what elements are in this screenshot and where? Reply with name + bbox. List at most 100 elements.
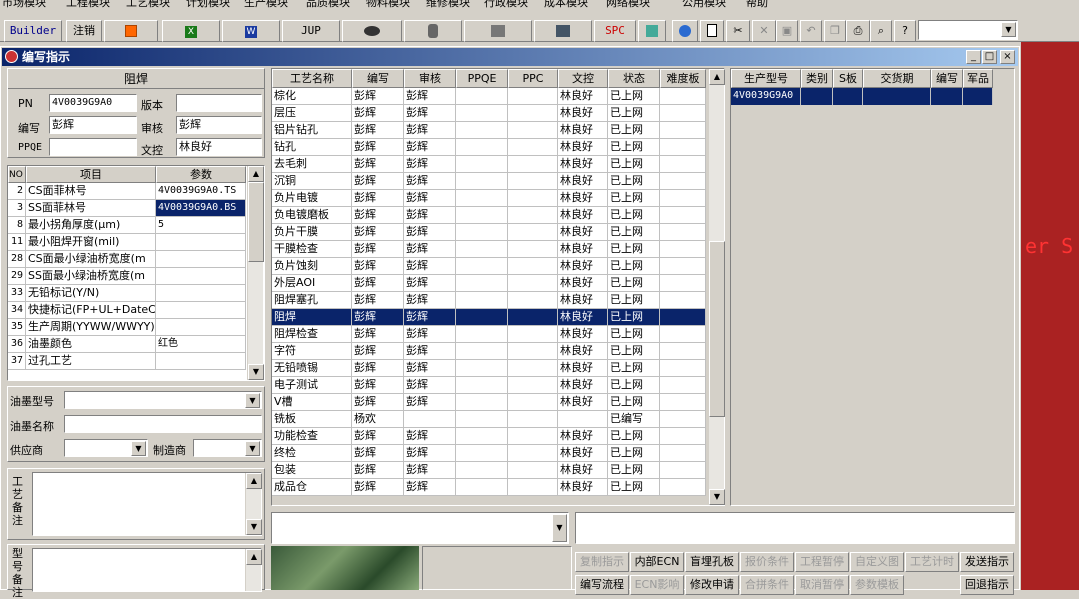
scroll-thumb[interactable]: [709, 241, 725, 417]
params-cell[interactable]: 8: [8, 217, 26, 234]
ppqe-field[interactable]: [49, 138, 137, 156]
action-button[interactable]: 参数模板: [850, 575, 904, 595]
params-cell[interactable]: 33: [8, 285, 26, 302]
params-cell[interactable]: 34: [8, 302, 26, 319]
chevron-down-icon[interactable]: ▼: [245, 393, 260, 408]
supplier-select[interactable]: ▼: [64, 439, 148, 457]
action-button[interactable]: 工程暂停: [795, 552, 849, 572]
remark-field[interactable]: [575, 512, 1015, 544]
print-icon[interactable]: ⎙: [846, 20, 870, 42]
params-cell[interactable]: 11: [8, 234, 26, 251]
params-cell[interactable]: CS面菲林号: [26, 183, 156, 200]
menu-item[interactable]: 公用模块: [682, 0, 726, 10]
computer-icon[interactable]: [534, 20, 592, 42]
params-cell[interactable]: [156, 319, 246, 336]
maker-select[interactable]: ▼: [193, 439, 262, 457]
menu-item[interactable]: 生产模块: [244, 0, 288, 10]
eye-icon[interactable]: [342, 20, 402, 42]
action-button[interactable]: ECN影响: [630, 575, 684, 595]
model-cell[interactable]: [833, 88, 863, 105]
process-header[interactable]: 编写: [352, 69, 404, 88]
spc-button[interactable]: SPC: [594, 20, 636, 42]
action-button[interactable]: 报价条件: [740, 552, 794, 572]
process-header[interactable]: PPQE: [456, 69, 508, 88]
delete-icon[interactable]: ✕: [752, 20, 776, 42]
scroll-up-icon[interactable]: ▲: [246, 473, 262, 489]
ink-type-select[interactable]: ▼: [64, 391, 262, 409]
params-cell[interactable]: SS面菲林号: [26, 200, 156, 217]
params-cell[interactable]: 无铅标记(Y/N): [26, 285, 156, 302]
process-scrollbar[interactable]: ▲ ▼: [708, 69, 725, 505]
menu-item[interactable]: 行政模块: [484, 0, 528, 10]
minimize-button[interactable]: _: [966, 50, 981, 64]
params-cell[interactable]: 2: [8, 183, 26, 200]
action-button[interactable]: 修改申请: [685, 575, 739, 595]
chart-icon[interactable]: [638, 20, 666, 42]
scroll-up-icon[interactable]: ▲: [246, 549, 262, 565]
params-scrollbar[interactable]: ▲ ▼: [247, 166, 264, 380]
params-cell[interactable]: SS面最小绿油桥宽度(m: [26, 268, 156, 285]
new-document-icon[interactable]: [700, 20, 724, 42]
menu-item[interactable]: 网络模块: [606, 0, 650, 10]
cut-icon[interactable]: ✂: [726, 20, 750, 42]
model-header[interactable]: 生产型号: [731, 69, 801, 88]
process-header[interactable]: PPC: [508, 69, 558, 88]
action-button[interactable]: 内部ECN: [630, 552, 684, 572]
note-scrollbar[interactable]: ▲ ▼: [245, 473, 262, 535]
params-cell[interactable]: 29: [8, 268, 26, 285]
menu-item[interactable]: 成本模块: [544, 0, 588, 10]
params-cell[interactable]: CS面最小绿油桥宽度(m: [26, 251, 156, 268]
save-icon[interactable]: ▣: [776, 20, 798, 42]
ppt-icon[interactable]: [104, 20, 158, 42]
model-cell[interactable]: [863, 88, 931, 105]
params-cell[interactable]: [156, 353, 246, 370]
params-header[interactable]: 参数: [156, 166, 246, 183]
process-header[interactable]: 难度板: [660, 69, 706, 88]
chevron-down-icon[interactable]: ▼: [245, 441, 260, 456]
scroll-down-icon[interactable]: ▼: [709, 489, 725, 505]
scroll-up-icon[interactable]: ▲: [248, 166, 264, 182]
params-cell[interactable]: 3: [8, 200, 26, 217]
params-cell[interactable]: 37: [8, 353, 26, 370]
doccontrol-field[interactable]: 林良好: [176, 138, 262, 156]
params-cell[interactable]: 36: [8, 336, 26, 353]
chevron-down-icon[interactable]: ▼: [552, 514, 567, 542]
scroll-up-icon[interactable]: ▲: [709, 69, 725, 85]
action-button[interactable]: 盲埋孔板: [685, 552, 739, 572]
params-cell[interactable]: 4V0039G9A0.BS: [156, 200, 246, 217]
jup-button[interactable]: JUP: [282, 20, 340, 42]
process-header[interactable]: 工艺名称: [272, 69, 352, 88]
params-cell[interactable]: [156, 268, 246, 285]
copy-icon[interactable]: ❐: [824, 20, 846, 42]
params-cell[interactable]: 生产周期(YYWW/WWYY): [26, 319, 156, 336]
params-header[interactable]: 项目: [26, 166, 156, 183]
menu-item[interactable]: 工艺模块: [126, 0, 170, 10]
action-button[interactable]: 取消暂停: [795, 575, 849, 595]
params-cell[interactable]: 过孔工艺: [26, 353, 156, 370]
scroll-down-icon[interactable]: ▼: [248, 364, 264, 380]
model-cell[interactable]: [801, 88, 833, 105]
model-cell[interactable]: 4V0039G9A0: [731, 88, 801, 105]
chevron-down-icon[interactable]: ▼: [131, 441, 146, 456]
database-icon[interactable]: [404, 20, 462, 42]
action-button[interactable]: 自定义图: [850, 552, 904, 572]
toolbar-combo[interactable]: ▼: [918, 20, 1018, 40]
process-header[interactable]: 文控: [558, 69, 608, 88]
params-header[interactable]: NO: [8, 166, 26, 183]
menu-item[interactable]: 维修模块: [426, 0, 470, 10]
action-button[interactable]: 回退指示: [960, 575, 1014, 595]
action-button[interactable]: 合拼条件: [740, 575, 794, 595]
scroll-thumb[interactable]: [248, 182, 264, 262]
help-icon[interactable]: ?: [894, 20, 916, 42]
params-cell[interactable]: 28: [8, 251, 26, 268]
params-cell[interactable]: 4V0039G9A0.TS: [156, 183, 246, 200]
globe-icon[interactable]: [672, 20, 698, 42]
reviewer-field[interactable]: 彭辉: [176, 116, 262, 134]
params-cell[interactable]: 35: [8, 319, 26, 336]
action-button[interactable]: 复制指示: [575, 552, 629, 572]
menu-item[interactable]: 物料模块: [366, 0, 410, 10]
model-header[interactable]: 类别: [801, 69, 833, 88]
builder-button[interactable]: Builder: [4, 20, 62, 42]
note-scrollbar[interactable]: ▲: [245, 549, 262, 591]
find-icon[interactable]: ⌕: [870, 20, 892, 42]
